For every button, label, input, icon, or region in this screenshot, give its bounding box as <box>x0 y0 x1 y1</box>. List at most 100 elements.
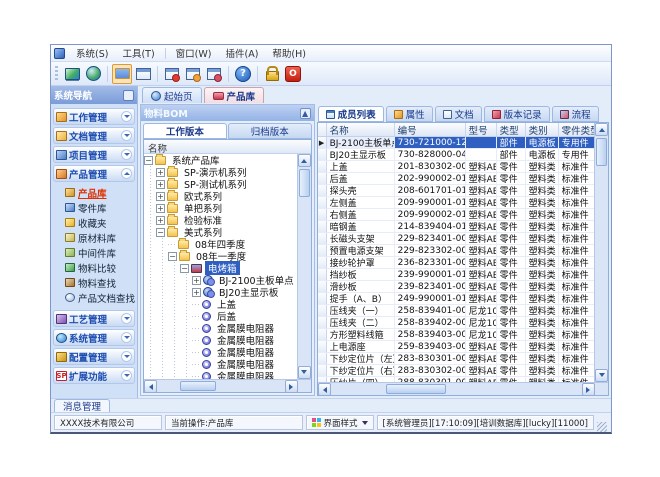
menu-item-3[interactable]: 插件(A) <box>218 45 265 61</box>
tab-产品库[interactable]: 产品库 <box>204 87 265 103</box>
table-row[interactable]: BJ20主显示板730-828000-04X部件电源板专用件外协颗 <box>318 149 594 161</box>
menu-item-4[interactable]: 帮助(H) <box>265 45 313 61</box>
menu-item-2[interactable]: 窗口(W) <box>169 45 219 61</box>
row-selector[interactable] <box>318 197 327 208</box>
expand-plus-icon[interactable]: + <box>156 216 165 225</box>
table-row[interactable]: 挡纱板239-990001-01X塑料ABS零件塑料类标准件外协条 <box>318 269 594 281</box>
table-row[interactable]: 下纱定位片（右）283-830302-00X塑料ABS零件塑料类标准件外协条 <box>318 365 594 377</box>
collapse-minus-icon[interactable]: − <box>168 252 177 261</box>
tree-scroll-thumb[interactable] <box>299 169 310 197</box>
tree-column-header[interactable]: 名称 <box>144 140 311 154</box>
sidebar-item-产品文档查找[interactable]: 产品文档查找 <box>59 290 135 305</box>
row-selector[interactable] <box>318 341 327 352</box>
sidebar-group-工作管理[interactable]: 工作管理 <box>53 108 135 125</box>
table-row[interactable]: ▶BJ-2100主板单点730-721000-12X部件电源板专用件外协颗 <box>318 137 594 149</box>
collapse-minus-icon[interactable]: − <box>144 156 153 165</box>
row-selector[interactable] <box>318 353 327 364</box>
sidebar-item-产品库[interactable]: 产品库 <box>59 185 135 200</box>
sidebar-group-系统管理[interactable]: 系统管理 <box>53 329 135 346</box>
table-row[interactable]: 滑纱板239-823401-00X塑料ABS零件塑料类标准件外协条 <box>318 281 594 293</box>
tab-属性[interactable]: 属性 <box>386 106 433 122</box>
row-selector[interactable] <box>318 281 327 292</box>
sidebar-item-物料查找[interactable]: 物料查找 <box>59 275 135 290</box>
sidebar-item-中间件库[interactable]: 中间件库 <box>59 245 135 260</box>
globe-icon[interactable] <box>83 64 103 84</box>
scroll-right-icon[interactable] <box>582 383 595 396</box>
collapse-minus-icon[interactable]: − <box>180 264 189 273</box>
expand-plus-icon[interactable]: + <box>156 192 165 201</box>
row-selector[interactable] <box>318 173 327 184</box>
current-row-indicator[interactable]: ▶ <box>318 137 327 148</box>
expand-plus-icon[interactable]: + <box>192 276 201 285</box>
tab-流程[interactable]: 流程 <box>552 106 599 122</box>
table-row[interactable]: 预置电源支架229-823302-00X塑料ABS零件塑料类标准件外协条 <box>318 245 594 257</box>
monitor-icon[interactable] <box>62 64 82 84</box>
expand-plus-icon[interactable]: + <box>156 168 165 177</box>
column-header-型号[interactable]: 型号 <box>466 123 497 136</box>
tree-vertical-scrollbar[interactable] <box>297 154 311 379</box>
column-header-零件类型[interactable]: 零件类型 <box>559 123 594 136</box>
chevron-down-icon[interactable] <box>121 351 132 362</box>
chevron-down-icon[interactable] <box>121 130 132 141</box>
table-row[interactable]: 长磁头支架229-823401-00X塑料ABS零件塑料类标准件外协条 <box>318 233 594 245</box>
pin-icon[interactable]: ▲ <box>300 108 311 119</box>
table-row[interactable]: 探头壳208-601701-01X塑料ABS零件塑料类标准件外协条 <box>318 185 594 197</box>
dock-icon[interactable] <box>123 90 134 101</box>
row-selector[interactable] <box>318 269 327 280</box>
resize-grip[interactable] <box>597 422 607 432</box>
tab-版本记录[interactable]: 版本记录 <box>484 106 550 122</box>
row-selector[interactable] <box>318 257 327 268</box>
scroll-down-icon[interactable] <box>298 366 311 379</box>
table-row[interactable]: 压线夹（二）258-839402-00X尼龙1010零件塑料类标准件外协条 <box>318 317 594 329</box>
scroll-down-icon[interactable] <box>595 369 608 382</box>
tab-文档[interactable]: 文档 <box>435 106 482 122</box>
expand-plus-icon[interactable]: + <box>156 204 165 213</box>
row-selector[interactable] <box>318 293 327 304</box>
table-vertical-scrollbar[interactable] <box>594 123 608 382</box>
row-selector[interactable] <box>318 209 327 220</box>
row-selector[interactable] <box>318 233 327 244</box>
row-selector[interactable] <box>318 305 327 316</box>
sidebar-item-物料比较[interactable]: 物料比较 <box>59 260 135 275</box>
sidebar-group-项目管理[interactable]: 项目管理 <box>53 146 135 163</box>
help-icon[interactable] <box>233 64 253 84</box>
chevron-down-icon[interactable] <box>121 370 132 381</box>
row-selector[interactable] <box>318 161 327 172</box>
sidebar-group-文档管理[interactable]: 文档管理 <box>53 127 135 144</box>
tab-归档版本[interactable]: 归档版本 <box>228 123 312 139</box>
chevron-down-icon[interactable] <box>121 332 132 343</box>
ui-style-button[interactable]: 界面样式 <box>306 415 374 430</box>
expand-plus-icon[interactable]: + <box>156 180 165 189</box>
table-horizontal-scrollbar[interactable] <box>318 382 608 395</box>
collapse-minus-icon[interactable]: − <box>156 228 165 237</box>
row-selector[interactable] <box>318 149 327 160</box>
row-selector[interactable] <box>318 221 327 232</box>
sidebar-group-工艺管理[interactable]: 工艺管理 <box>53 310 135 327</box>
window-new-icon[interactable] <box>162 64 182 84</box>
chevron-down-icon[interactable] <box>121 111 132 122</box>
table-scroll-thumb[interactable] <box>596 138 607 166</box>
sidebar-group-配置管理[interactable]: 配置管理 <box>53 348 135 365</box>
table-row[interactable]: 后盖202-990002-01X塑料ABS零件塑料类标准件外协条 <box>318 173 594 185</box>
table-row[interactable]: 压线夹（一）258-839401-00X尼龙1010零件塑料类标准件外协条 <box>318 305 594 317</box>
tab-成员列表[interactable]: 成员列表 <box>318 106 384 122</box>
lock-icon[interactable] <box>262 64 282 84</box>
scroll-up-icon[interactable] <box>595 123 608 136</box>
tree-horizontal-scrollbar[interactable] <box>144 379 311 392</box>
window-favorite-icon[interactable] <box>183 64 203 84</box>
row-selector[interactable] <box>318 245 327 256</box>
tree-hscroll-thumb[interactable] <box>180 381 216 391</box>
menu-item-0[interactable]: 系统(S) <box>69 45 115 61</box>
chevron-up-icon[interactable] <box>121 168 132 179</box>
column-header-名称[interactable]: 名称 <box>327 123 395 136</box>
table-row[interactable]: 右侧盖209-990002-01X塑料ABS零件塑料类标准件外协条 <box>318 209 594 221</box>
row-selector[interactable] <box>318 317 327 328</box>
power-icon[interactable] <box>283 64 303 84</box>
column-header-类别[interactable]: 类别 <box>526 123 559 136</box>
table-row[interactable]: 左侧盖209-990001-01X塑料ABS零件塑料类标准件外协条 <box>318 197 594 209</box>
sidebar-item-收藏夹[interactable]: 收藏夹 <box>59 215 135 230</box>
table-row[interactable]: 方形塑料线箍258-839403-00X尼龙1010零件塑料类标准件外协条 <box>318 329 594 341</box>
sidebar-item-零件库[interactable]: 零件库 <box>59 200 135 215</box>
table-row[interactable]: 下纱定位片（左）283-830301-00X塑料ABS零件塑料类标准件外协条 <box>318 353 594 365</box>
toolbar-grip[interactable] <box>55 66 58 82</box>
